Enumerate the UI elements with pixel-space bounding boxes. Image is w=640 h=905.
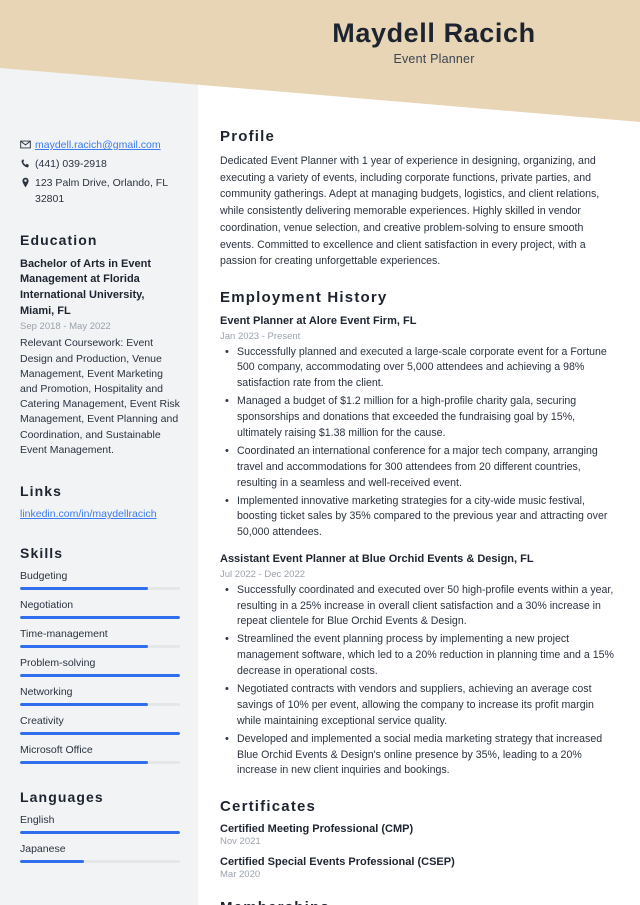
skill-item: Microsoft Office xyxy=(20,744,180,765)
skills-list: Budgeting Negotiation Time-management Probl… xyxy=(20,570,180,765)
skill-label: Problem-solving xyxy=(20,657,96,670)
phone-icon xyxy=(20,157,35,169)
job-block: Assistant Event Planner at Blue Orchid E… xyxy=(220,552,616,779)
skill-bar-track xyxy=(20,674,180,678)
skill-label: Creativity xyxy=(20,715,64,728)
phone-value: (441) 039-2918 xyxy=(35,158,107,171)
language-bar-track xyxy=(20,860,180,864)
job-block: Event Planner at Alore Event Firm, FL Jan… xyxy=(220,314,616,541)
skill-bar-track xyxy=(20,703,180,707)
employment-heading: Employment History xyxy=(220,289,388,307)
language-label: Japanese xyxy=(20,843,66,856)
skill-bar-track xyxy=(20,761,180,765)
languages-list: English Japanese xyxy=(20,814,180,864)
language-bar-fill xyxy=(20,860,84,864)
skill-label: Time-management xyxy=(20,628,108,641)
skill-bar-fill xyxy=(20,761,148,765)
skill-label: Networking xyxy=(20,686,73,699)
address-value: 123 Palm Drive, Orlando, FL 32801 xyxy=(35,177,168,205)
skill-bar-track xyxy=(20,645,180,649)
skill-bar-track xyxy=(20,616,180,620)
main-column: Profile Dedicated Event Planner with 1 y… xyxy=(198,0,640,905)
profile-text: Dedicated Event Planner with 1 year of e… xyxy=(220,155,600,268)
employment-section: Employment History Event Planner at Alor… xyxy=(220,289,616,779)
skills-heading: Skills xyxy=(20,545,64,562)
skill-item: Problem-solving xyxy=(20,657,180,678)
job-title: Assistant Event Planner at Blue Orchid E… xyxy=(220,553,534,566)
skills-section: Skills Budgeting Negotiation Time-manageme… xyxy=(20,545,180,765)
envelope-icon xyxy=(20,138,35,150)
resume-page: Maydell Racich Event Planner maydell.rac… xyxy=(0,0,640,905)
skill-bar-fill xyxy=(20,587,148,591)
language-item: Japanese xyxy=(20,843,180,864)
language-item: English xyxy=(20,814,180,835)
job-bullet: Negotiated contracts with vendors and su… xyxy=(220,681,616,730)
memberships-section: Memberships xyxy=(220,899,616,905)
skill-item: Negotiation xyxy=(20,599,180,620)
language-bar-track xyxy=(20,831,180,835)
certificates-section: Certificates Certified Meeting Professio… xyxy=(220,798,616,880)
certificate-date: Nov 2021 xyxy=(220,836,261,848)
skill-label: Budgeting xyxy=(20,570,68,583)
job-bullets: Successfully planned and executed a larg… xyxy=(220,344,616,542)
certificate-title: Certified Meeting Professional (CMP) xyxy=(220,823,414,836)
languages-heading: Languages xyxy=(20,789,104,806)
link-item[interactable]: linkedin.com/in/maydellracich xyxy=(20,508,180,520)
sidebar: maydell.racich@gmail.com (441) 039-2918 … xyxy=(0,0,198,872)
certificate-title: Certified Special Events Professional (C… xyxy=(220,856,455,869)
profile-section: Profile Dedicated Event Planner with 1 y… xyxy=(220,128,616,270)
skill-item: Creativity xyxy=(20,715,180,736)
education-section: Education Bachelor of Arts in Event Mana… xyxy=(20,232,180,458)
contact-block: maydell.racich@gmail.com (441) 039-2918 … xyxy=(20,138,180,207)
language-bar-fill xyxy=(20,831,180,835)
profile-heading: Profile xyxy=(220,128,276,145)
contact-email-row: maydell.racich@gmail.com xyxy=(20,138,180,153)
location-pin-icon xyxy=(20,176,35,188)
linkedin-link[interactable]: linkedin.com/in/maydellracich xyxy=(20,508,157,520)
education-description: Relevant Coursework: Event Design and Pr… xyxy=(20,337,180,456)
education-heading: Education xyxy=(20,231,98,248)
skill-bar-track xyxy=(20,732,180,736)
certificates-heading: Certificates xyxy=(220,798,317,816)
skill-label: Negotiation xyxy=(20,599,74,612)
skill-bar-fill xyxy=(20,703,148,707)
skill-bar-fill xyxy=(20,732,180,736)
memberships-heading: Memberships xyxy=(220,899,616,905)
job-date: Jan 2023 - Present xyxy=(220,330,301,342)
skill-item: Networking xyxy=(20,686,180,707)
links-section: Links linkedin.com/in/maydellracich xyxy=(20,483,180,520)
job-bullet: Coordinated an international conference … xyxy=(220,443,616,492)
skill-bar-track xyxy=(20,587,180,591)
job-bullet: Implemented innovative marketing strateg… xyxy=(220,493,616,542)
skill-item: Budgeting xyxy=(20,570,180,591)
job-bullet: Successfully planned and executed a larg… xyxy=(220,344,616,393)
education-date: Sep 2018 - May 2022 xyxy=(20,321,111,333)
skill-label: Microsoft Office xyxy=(20,744,93,757)
certificate-date: Mar 2020 xyxy=(220,869,261,881)
education-degree: Bachelor of Arts in Event Management at … xyxy=(20,257,152,317)
job-title: Event Planner at Alore Event Firm, FL xyxy=(220,315,417,328)
certificates-list: Certified Meeting Professional (CMP) Nov … xyxy=(220,823,616,880)
links-heading: Links xyxy=(20,483,63,500)
language-label: English xyxy=(20,814,55,827)
job-bullet: Successfully coordinated and executed ov… xyxy=(220,582,616,631)
skill-bar-fill xyxy=(20,674,180,678)
contact-address-row: 123 Palm Drive, Orlando, FL 32801 xyxy=(20,176,180,206)
certificate-item: Certified Meeting Professional (CMP) Nov … xyxy=(220,823,616,847)
job-bullet: Managed a budget of $1.2 million for a h… xyxy=(220,393,616,442)
email-link[interactable]: maydell.racich@gmail.com xyxy=(35,138,180,153)
jobs-list: Event Planner at Alore Event Firm, FL Jan… xyxy=(220,314,616,779)
skill-item: Time-management xyxy=(20,628,180,649)
job-bullet: Streamlined the event planning process b… xyxy=(220,631,616,680)
languages-section: Languages English Japanese xyxy=(20,789,180,864)
job-date: Jul 2022 - Dec 2022 xyxy=(220,568,306,580)
job-bullet: Developed and implemented a social media… xyxy=(220,731,616,780)
certificate-item: Certified Special Events Professional (C… xyxy=(220,856,616,880)
skill-bar-fill xyxy=(20,645,148,649)
skill-bar-fill xyxy=(20,616,180,620)
job-bullets: Successfully coordinated and executed ov… xyxy=(220,582,616,780)
contact-phone-row: (441) 039-2918 xyxy=(20,157,180,172)
